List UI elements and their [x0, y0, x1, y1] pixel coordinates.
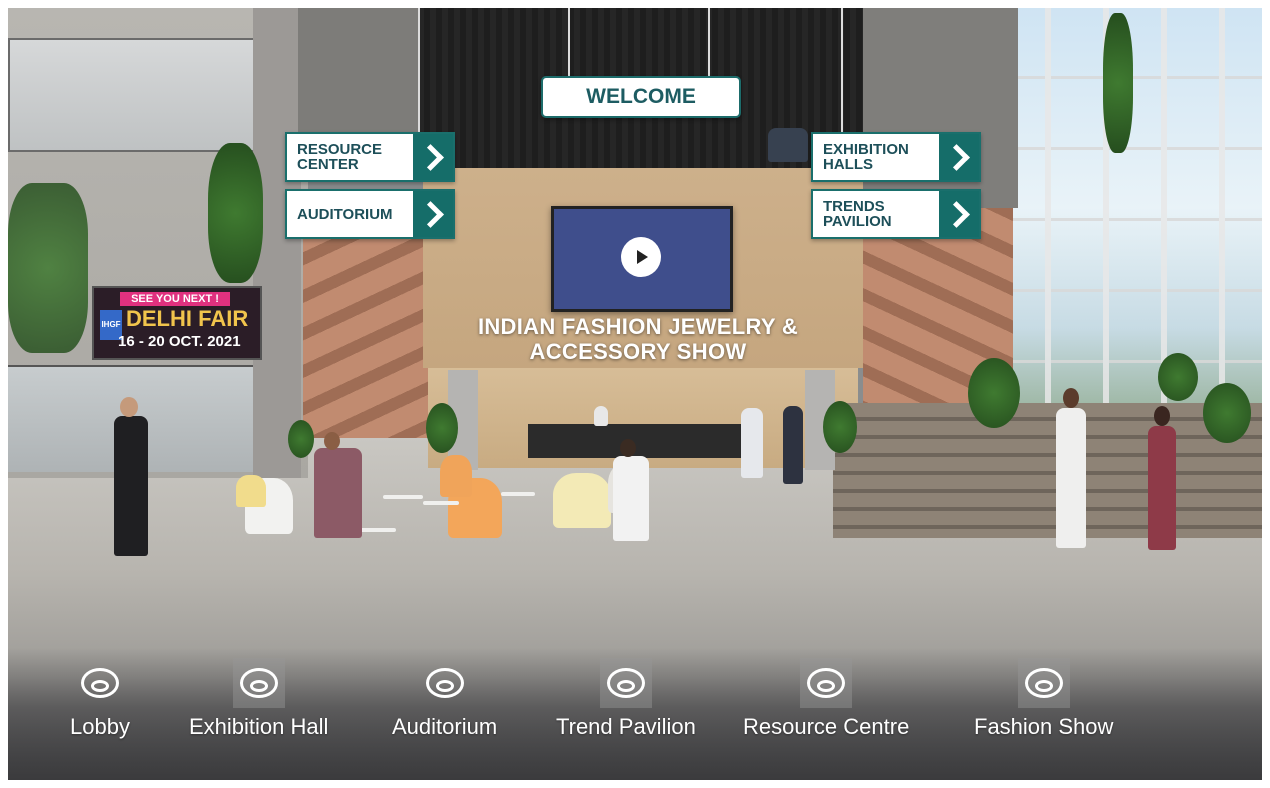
nav-label: Fashion Show	[974, 714, 1114, 739]
play-button[interactable]	[621, 237, 661, 277]
upper-glass-balcony	[8, 38, 262, 152]
tree-plant	[8, 183, 88, 353]
nav-exhibition-hall[interactable]: Exhibition Hall	[189, 658, 328, 740]
hanging-wire	[841, 8, 843, 132]
chevron-right-icon	[939, 191, 979, 237]
wooden-deck	[833, 403, 1262, 538]
hotspot-icon	[599, 658, 652, 708]
hotspot-icon	[232, 658, 285, 708]
left-staircase	[303, 228, 428, 438]
nav-label: Exhibition Hall	[189, 714, 329, 739]
play-icon	[637, 250, 648, 264]
nav-lobby[interactable]: Lobby	[70, 658, 130, 740]
sign-label: EXHIBITION HALLS	[823, 141, 909, 173]
chevron-right-icon	[939, 134, 979, 180]
hanging-wire	[708, 8, 710, 76]
person	[741, 408, 763, 478]
trends-pavilion-sign[interactable]: TRENDS PAVILION	[811, 189, 981, 239]
chevron-right-icon	[413, 134, 453, 180]
person-head	[120, 397, 138, 417]
auditorium-sign[interactable]: AUDITORIUM	[285, 189, 455, 239]
billboard-tagline: SEE YOU NEXT !	[120, 292, 230, 306]
hotspot-icon	[74, 658, 126, 708]
reception-desk	[528, 424, 748, 458]
side-table	[501, 492, 535, 496]
nav-resource-centre[interactable]: Resource Centre	[743, 658, 909, 740]
person	[1056, 408, 1086, 548]
hanging-plant	[1103, 13, 1133, 153]
potted-plant	[426, 403, 458, 453]
sign-label: AUDITORIUM	[297, 205, 393, 223]
potted-plant	[1158, 353, 1198, 401]
hotspot-icon	[419, 658, 471, 708]
nav-label: Trend Pavilion	[556, 714, 696, 739]
potted-plant	[288, 420, 314, 458]
show-title: INDIAN FASHION JEWELRY & ACCESSORY SHOW	[477, 314, 799, 364]
lounge-chair	[440, 455, 472, 497]
chevron-right-icon	[413, 191, 453, 237]
welcome-sign: WELCOME	[541, 76, 741, 118]
nav-auditorium[interactable]: Auditorium	[392, 658, 497, 740]
hanging-wire	[418, 8, 420, 132]
hotspot-icon	[800, 658, 853, 708]
potted-plant	[823, 401, 857, 453]
person-head	[1063, 388, 1079, 408]
person	[613, 456, 649, 541]
exhibition-halls-sign[interactable]: EXHIBITION HALLS	[811, 132, 981, 182]
billboard-dates: 16 - 20 OCT. 2021	[118, 333, 241, 350]
nav-label: Lobby	[70, 714, 130, 739]
person	[594, 406, 608, 426]
hotspot-icon	[1017, 658, 1070, 708]
sign-label: TRENDS PAVILION	[823, 198, 892, 230]
person-head	[1154, 406, 1170, 426]
lobby-scene: SEE YOU NEXT ! IHGF DELHI FAIR 16 - 20 O…	[8, 8, 1262, 780]
video-screen	[551, 206, 733, 312]
potted-plant	[1203, 383, 1251, 443]
potted-plant	[968, 358, 1020, 428]
lounge-chair	[236, 475, 266, 507]
delhi-fair-billboard: SEE YOU NEXT ! IHGF DELHI FAIR 16 - 20 O…	[92, 286, 262, 360]
billboard-fair-name: DELHI FAIR	[126, 306, 249, 331]
nav-label: Auditorium	[392, 714, 498, 739]
person	[314, 448, 362, 538]
nav-fashion-show[interactable]: Fashion Show	[974, 658, 1113, 740]
nav-trend-pavilion[interactable]: Trend Pavilion	[556, 658, 696, 740]
lounge-chair	[553, 473, 611, 528]
person	[1148, 426, 1176, 550]
side-table	[423, 501, 459, 505]
person-head	[620, 439, 636, 457]
person-head	[324, 432, 340, 450]
person	[783, 406, 803, 484]
hanging-wire	[568, 8, 570, 76]
hanging-plant	[208, 143, 263, 283]
person	[114, 416, 148, 556]
sign-label: RESOURCE CENTER	[297, 141, 383, 173]
resource-center-sign[interactable]: RESOURCE CENTER	[285, 132, 455, 182]
person	[768, 128, 808, 162]
nav-label: Resource Centre	[743, 714, 910, 739]
side-table	[383, 495, 423, 499]
